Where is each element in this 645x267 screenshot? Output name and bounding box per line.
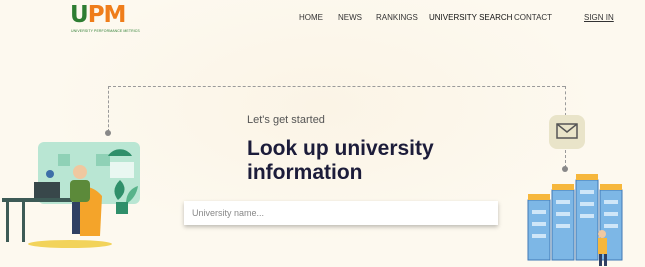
upm-logo[interactable]: UPM UNIVERSITY PERFORMANCE METRICS	[70, 2, 140, 33]
page: UPM UNIVERSITY PERFORMANCE METRICS HOME …	[0, 0, 645, 267]
connector-line	[108, 86, 565, 87]
nav-news[interactable]: NEWS	[338, 13, 362, 25]
connector-dot-left	[105, 130, 111, 136]
nav-contact[interactable]: CONTACT	[514, 13, 552, 25]
logo-wordmark: UPM	[70, 2, 126, 28]
connector-line-left	[108, 86, 109, 132]
logo-tagline: UNIVERSITY PERFORMANCE METRICS	[71, 29, 140, 33]
university-search-input[interactable]	[184, 201, 498, 225]
mail-badge-illustration	[549, 115, 585, 149]
nav-university-search[interactable]: UNIVERSITY SEARCH	[429, 13, 512, 25]
server-racks-illustration	[527, 174, 623, 266]
hero-eyebrow: Let's get started	[247, 114, 325, 126]
hero-headline: Look up university information	[247, 137, 434, 184]
nav-rankings[interactable]: RANKINGS	[376, 13, 418, 25]
sign-in-link[interactable]: SIGN IN	[584, 13, 614, 25]
nav-home[interactable]: HOME	[299, 13, 323, 25]
connector-line-right	[565, 86, 566, 116]
person-at-desk-illustration	[2, 142, 140, 248]
